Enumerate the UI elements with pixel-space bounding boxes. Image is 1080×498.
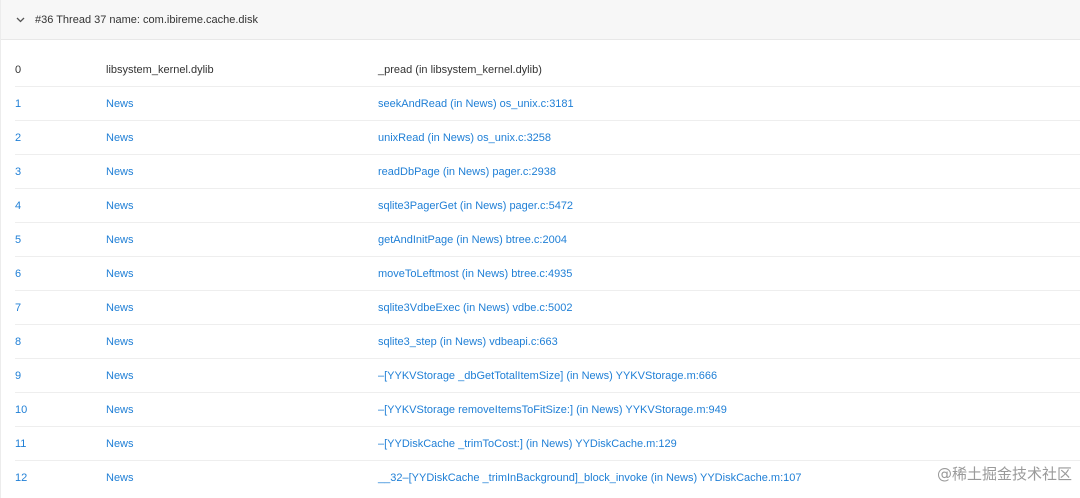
stack-frame-row: 5 News getAndInitPage (in News) btree.c:20… <box>15 223 1080 257</box>
stack-frame-row: 3 News readDbPage (in News) pager.c:2938 <box>15 155 1080 189</box>
stack-frame-list: 0 libsystem_kernel.dylib _pread (in libsys… <box>1 53 1080 495</box>
frame-symbol[interactable]: –[YYKVStorage removeItemsToFitSize:] (in… <box>378 404 1080 416</box>
frame-index: 2 <box>15 131 22 144</box>
frame-symbol[interactable]: –[YYKVStorage _dbGetTotalItemSize] (in N… <box>378 370 1080 382</box>
frame-library[interactable]: News <box>106 302 378 314</box>
frame-symbol[interactable]: getAndInitPage (in News) btree.c:2004 <box>378 234 1080 246</box>
stack-frame-row: 8 News sqlite3_step (in News) vdbeapi.c:66… <box>15 325 1080 359</box>
frame-symbol[interactable]: –[YYDiskCache _trimToCost:] (in News) YY… <box>378 438 1080 450</box>
frame-index: 0 <box>15 63 22 76</box>
frame-index: 6 <box>15 267 22 280</box>
frame-library[interactable]: News <box>106 98 378 110</box>
stack-frame-row: 2 News unixRead (in News) os_unix.c:3258 <box>15 121 1080 155</box>
stack-frame-row: 10 News –[YYKVStorage removeItemsToFitSize… <box>15 393 1080 427</box>
frame-index: 12 <box>15 472 28 484</box>
thread-header[interactable]: #36 Thread 37 name: com.ibireme.cache.di… <box>1 0 1080 40</box>
frame-index: 8 <box>15 335 22 348</box>
frame-library[interactable]: News <box>106 200 378 212</box>
frame-index: 1 <box>15 97 22 110</box>
frame-library[interactable]: News <box>106 234 378 246</box>
stack-frame-row: 11 News –[YYDiskCache _trimToCost:] (in Ne… <box>15 427 1080 461</box>
frame-symbol[interactable]: sqlite3VdbeExec (in News) vdbe.c:5002 <box>378 302 1080 314</box>
frame-library[interactable]: News <box>106 268 378 280</box>
thread-panel: #36 Thread 37 name: com.ibireme.cache.di… <box>0 0 1080 498</box>
stack-frame-row: 7 News sqlite3VdbeExec (in News) vdbe.c:50… <box>15 291 1080 325</box>
stack-frame-row: 12 News __32–[YYDiskCache _trimInBackgroun… <box>15 461 1080 495</box>
frame-symbol[interactable]: moveToLeftmost (in News) btree.c:4935 <box>378 268 1080 280</box>
frame-index: 10 <box>15 403 28 416</box>
frame-library[interactable]: News <box>106 166 378 178</box>
stack-frame-row: 1 News seekAndRead (in News) os_unix.c:318… <box>15 87 1080 121</box>
stack-frame-row: 0 libsystem_kernel.dylib _pread (in libsys… <box>15 53 1080 87</box>
frame-index: 3 <box>15 165 22 178</box>
frame-symbol[interactable]: readDbPage (in News) pager.c:2938 <box>378 166 1080 178</box>
frame-library[interactable]: News <box>106 438 378 450</box>
frame-symbol: _pread (in libsystem_kernel.dylib) <box>378 63 542 76</box>
frame-index: 7 <box>15 301 22 314</box>
frame-library[interactable]: News <box>106 336 378 348</box>
stack-frame-row: 9 News –[YYKVStorage _dbGetTotalItemSize] … <box>15 359 1080 393</box>
stack-frame-row: 6 News moveToLeftmost (in News) btree.c:49… <box>15 257 1080 291</box>
frame-symbol[interactable]: seekAndRead (in News) os_unix.c:3181 <box>378 98 1080 110</box>
watermark: @稀土掘金技术社区 <box>936 465 1072 483</box>
frame-index: 9 <box>15 369 22 382</box>
frame-index: 11 <box>15 437 27 450</box>
stack-frame-row: 4 News sqlite3PagerGet (in News) pager.c:5… <box>15 189 1080 223</box>
frame-symbol[interactable]: unixRead (in News) os_unix.c:3258 <box>378 132 1080 144</box>
frame-symbol[interactable]: sqlite3_step (in News) vdbeapi.c:663 <box>378 336 1080 348</box>
frame-library: libsystem_kernel.dylib <box>106 63 214 76</box>
frame-index: 5 <box>15 233 22 246</box>
frame-library[interactable]: News <box>106 370 378 382</box>
chevron-down-icon[interactable] <box>15 15 25 25</box>
frame-library[interactable]: News <box>106 404 378 416</box>
frame-symbol[interactable]: sqlite3PagerGet (in News) pager.c:5472 <box>378 200 1080 212</box>
thread-title: #36 Thread 37 name: com.ibireme.cache.di… <box>35 13 258 26</box>
frame-index: 4 <box>15 199 22 212</box>
frame-library[interactable]: News <box>106 472 378 484</box>
frame-library[interactable]: News <box>106 132 378 144</box>
